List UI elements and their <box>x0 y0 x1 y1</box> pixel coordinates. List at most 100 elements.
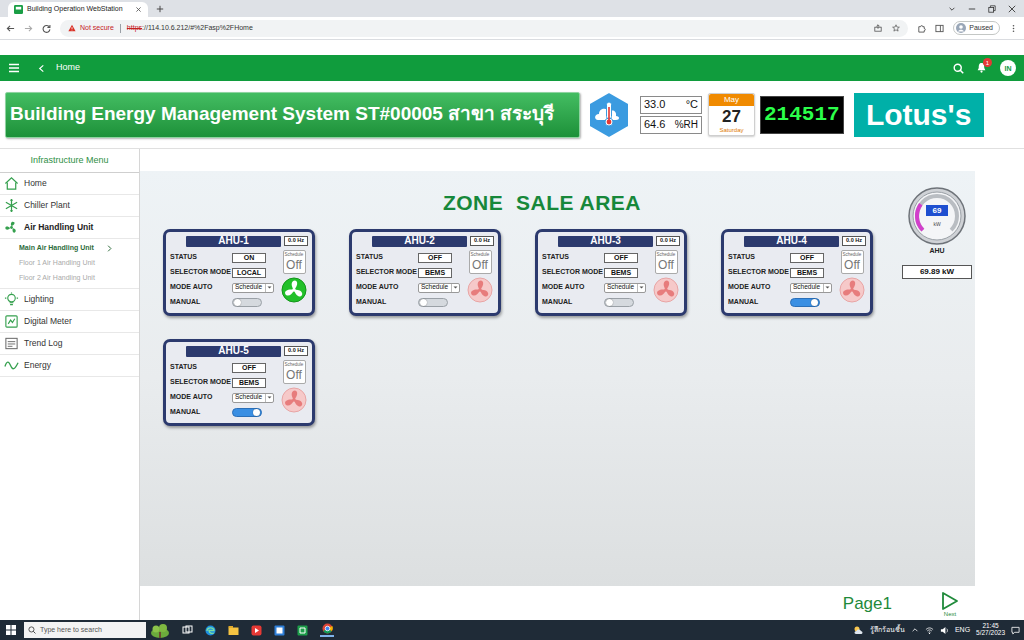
input-language[interactable]: ENG <box>955 625 970 636</box>
clock[interactable]: 21:455/27/2023 <box>976 623 1005 637</box>
field-label: MANUAL <box>728 297 790 308</box>
red-app-icon[interactable] <box>251 625 262 636</box>
sidebar-title: Infrastructure Menu <box>30 154 108 168</box>
sidebar-item-label: Trend Log <box>24 337 62 350</box>
sidebar-item[interactable]: Energy <box>0 355 139 377</box>
breadcrumb[interactable]: Home <box>56 61 80 75</box>
logo: Lotus's <box>854 93 984 137</box>
submenu-item[interactable]: Floor 2 Air Handling Unit <box>0 271 139 286</box>
sidebar-item[interactable]: Trend Log <box>0 333 139 355</box>
new-tab-icon[interactable] <box>156 5 164 13</box>
chrome-taskbar-button[interactable] <box>320 623 334 637</box>
edge-icon[interactable] <box>205 625 216 636</box>
manual-toggle[interactable] <box>790 298 820 307</box>
unit-name: AHU-1 <box>218 236 249 246</box>
address-bar[interactable]: Not securehttps://114.10.6.212/#%2Fasp%2… <box>60 20 908 37</box>
menu-icon[interactable] <box>1009 24 1018 33</box>
user-avatar[interactable]: IN <box>1000 60 1016 76</box>
search-icon[interactable] <box>953 63 964 74</box>
sidebar-item[interactable]: Chiller Plant <box>0 195 139 217</box>
reload-icon[interactable] <box>42 24 51 33</box>
star-icon[interactable] <box>892 24 900 32</box>
close-icon[interactable] <box>135 6 142 13</box>
card-indicators: ScheduleOff <box>652 250 680 310</box>
mode-dropdown[interactable]: Schedule <box>232 283 274 293</box>
field-label: STATUS <box>542 252 604 263</box>
field-row: MANUAL <box>728 295 838 310</box>
pager: Page1Next <box>140 586 975 621</box>
weather-text[interactable]: รู้สึกร้อนชื้น <box>870 625 905 636</box>
sidebar-item[interactable]: Digital Meter <box>0 311 139 333</box>
selector-value: BEMS <box>232 378 266 388</box>
file-explorer-icon[interactable] <box>228 625 239 636</box>
background-photo: ZONE SALE AREAAHU-10.0 HzSTATUSONSELECTO… <box>140 171 975 586</box>
hamburger-icon[interactable] <box>8 62 20 74</box>
submenu-item[interactable]: Main Air Handling Unit <box>0 241 139 256</box>
field-label: MODE AUTO <box>542 282 604 293</box>
manual-toggle[interactable] <box>232 298 262 307</box>
browser-tab[interactable]: Building Operation WebStation <box>8 2 148 17</box>
sidebar-item[interactable]: Home <box>0 173 139 195</box>
dropdown-arrow-icon <box>453 285 458 290</box>
forward-icon[interactable] <box>24 24 33 33</box>
close-window-icon[interactable] <box>1008 5 1016 13</box>
toggle-knob <box>234 299 241 306</box>
schedule-indicator: ScheduleOff <box>469 250 492 274</box>
schedule-value: Off <box>286 369 302 381</box>
user-initials: IN <box>1005 65 1012 72</box>
notifications[interactable]: 1 <box>976 62 988 74</box>
chevron-left-icon[interactable] <box>37 64 46 73</box>
calendar-day: 27 <box>722 108 741 125</box>
card-indicators: ScheduleOff <box>280 250 308 310</box>
network-icon[interactable] <box>925 626 934 635</box>
manual-toggle[interactable] <box>232 408 262 417</box>
manual-toggle[interactable] <box>418 298 448 307</box>
blue-app-icon[interactable] <box>274 625 285 636</box>
extensions-icon[interactable] <box>917 24 926 33</box>
field-row: SELECTOR MODELOCAL <box>170 265 280 280</box>
favicon-icon <box>14 5 23 14</box>
share-icon[interactable] <box>874 24 882 32</box>
main-area: ZONE SALE AREAAHU-10.0 HzSTATUSONSELECTO… <box>140 149 1024 620</box>
sidebar-item[interactable]: Lighting <box>0 289 139 311</box>
site-title: Building Energy Management System ST#000… <box>10 100 554 129</box>
weather-icon[interactable] <box>853 625 864 636</box>
dropdown-arrow-icon <box>639 285 644 290</box>
field-label: MANUAL <box>356 297 418 308</box>
next-button[interactable]: Next <box>937 591 963 617</box>
green-app-icon[interactable] <box>297 625 308 636</box>
chrome-icon <box>322 623 333 634</box>
field-label: SELECTOR MODE <box>542 267 604 278</box>
search-icon <box>28 626 36 634</box>
minimize-icon[interactable] <box>968 5 976 13</box>
clock-date: 5/27/2023 <box>976 630 1005 637</box>
tray-chevron-icon[interactable] <box>911 626 919 634</box>
status-value: OFF <box>418 253 452 263</box>
home-icon <box>4 176 19 191</box>
schedule-indicator: ScheduleOff <box>841 250 864 274</box>
speaker-icon[interactable] <box>940 626 949 635</box>
fan-icon <box>839 277 865 303</box>
back-icon[interactable] <box>6 24 15 33</box>
task-view-icon[interactable] <box>182 625 193 636</box>
notification-badge: 1 <box>983 58 992 67</box>
ahu-grid: AHU-10.0 HzSTATUSONSELECTOR MODELOCALMOD… <box>140 229 900 426</box>
manual-toggle[interactable] <box>604 298 634 307</box>
zone-panel: ZONE SALE AREAAHU-10.0 HzSTATUSONSELECTO… <box>140 171 900 586</box>
tab-search-icon[interactable] <box>948 5 956 13</box>
notification-center-icon[interactable] <box>1011 626 1020 635</box>
profile-button[interactable]: Paused <box>953 21 1000 35</box>
field-row: STATUSOFF <box>542 250 652 265</box>
mode-dropdown[interactable]: Schedule <box>790 283 832 293</box>
side-panel-icon[interactable] <box>935 24 944 33</box>
mode-dropdown[interactable]: Schedule <box>604 283 646 293</box>
mode-dropdown[interactable]: Schedule <box>232 393 274 403</box>
frequency-box: 0.0 Hz <box>284 236 308 246</box>
submenu-item[interactable]: Floor 1 Air Handling Unit <box>0 256 139 271</box>
windows-icon[interactable] <box>6 625 16 635</box>
sidebar-item[interactable]: Air Handling Unit <box>0 217 139 239</box>
taskbar-search[interactable]: Type here to search <box>24 622 146 638</box>
restore-icon[interactable] <box>988 5 996 13</box>
card-body: STATUSOFFSELECTOR MODEBEMSMODE AUTOSched… <box>170 360 308 420</box>
mode-dropdown[interactable]: Schedule <box>418 283 460 293</box>
